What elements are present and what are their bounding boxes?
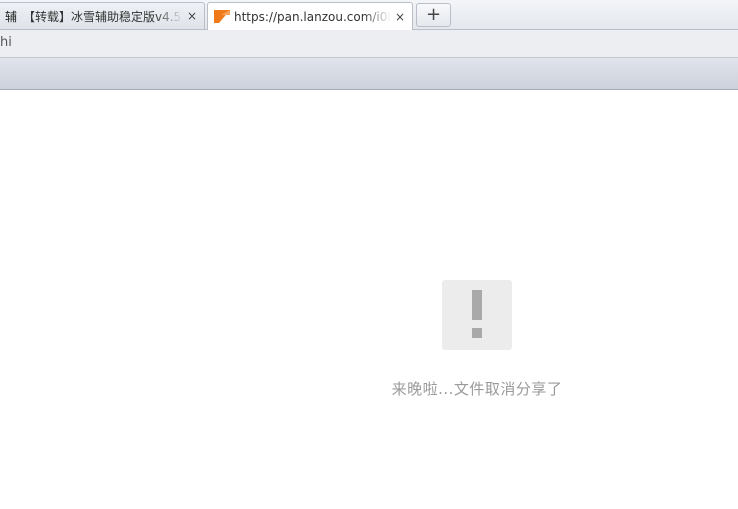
address-bar[interactable]: hi xyxy=(0,30,738,58)
close-icon[interactable]: × xyxy=(391,10,409,24)
exclamation-dot xyxy=(472,328,482,338)
tab-bar: 辅 【转载】冰雪辅助稳定版v4.5 × https://pan.lanzou.c… xyxy=(0,0,738,30)
page-content: 来晚啦...文件取消分享了 xyxy=(0,90,738,509)
tab-bingxue[interactable]: 辅 【转载】冰雪辅助稳定版v4.5 × xyxy=(0,2,205,29)
share-cancelled-message: 来晚啦...文件取消分享了 xyxy=(391,380,563,398)
new-tab-button[interactable]: + xyxy=(416,3,451,27)
exclamation-bar xyxy=(472,290,482,320)
tab-favicon-text: 辅 xyxy=(4,9,17,24)
tab-title: 【转载】冰雪辅助稳定版v4.5 xyxy=(23,9,182,24)
close-icon[interactable]: × xyxy=(183,9,201,23)
tab-lanzou[interactable]: https://pan.lanzou.com/i0b × xyxy=(207,2,413,30)
toolbar xyxy=(0,58,738,90)
tab-title: https://pan.lanzou.com/i0b xyxy=(234,9,391,24)
exclamation-icon xyxy=(442,280,512,350)
lanzou-flag-icon xyxy=(214,9,230,25)
address-text[interactable]: hi xyxy=(0,35,12,50)
